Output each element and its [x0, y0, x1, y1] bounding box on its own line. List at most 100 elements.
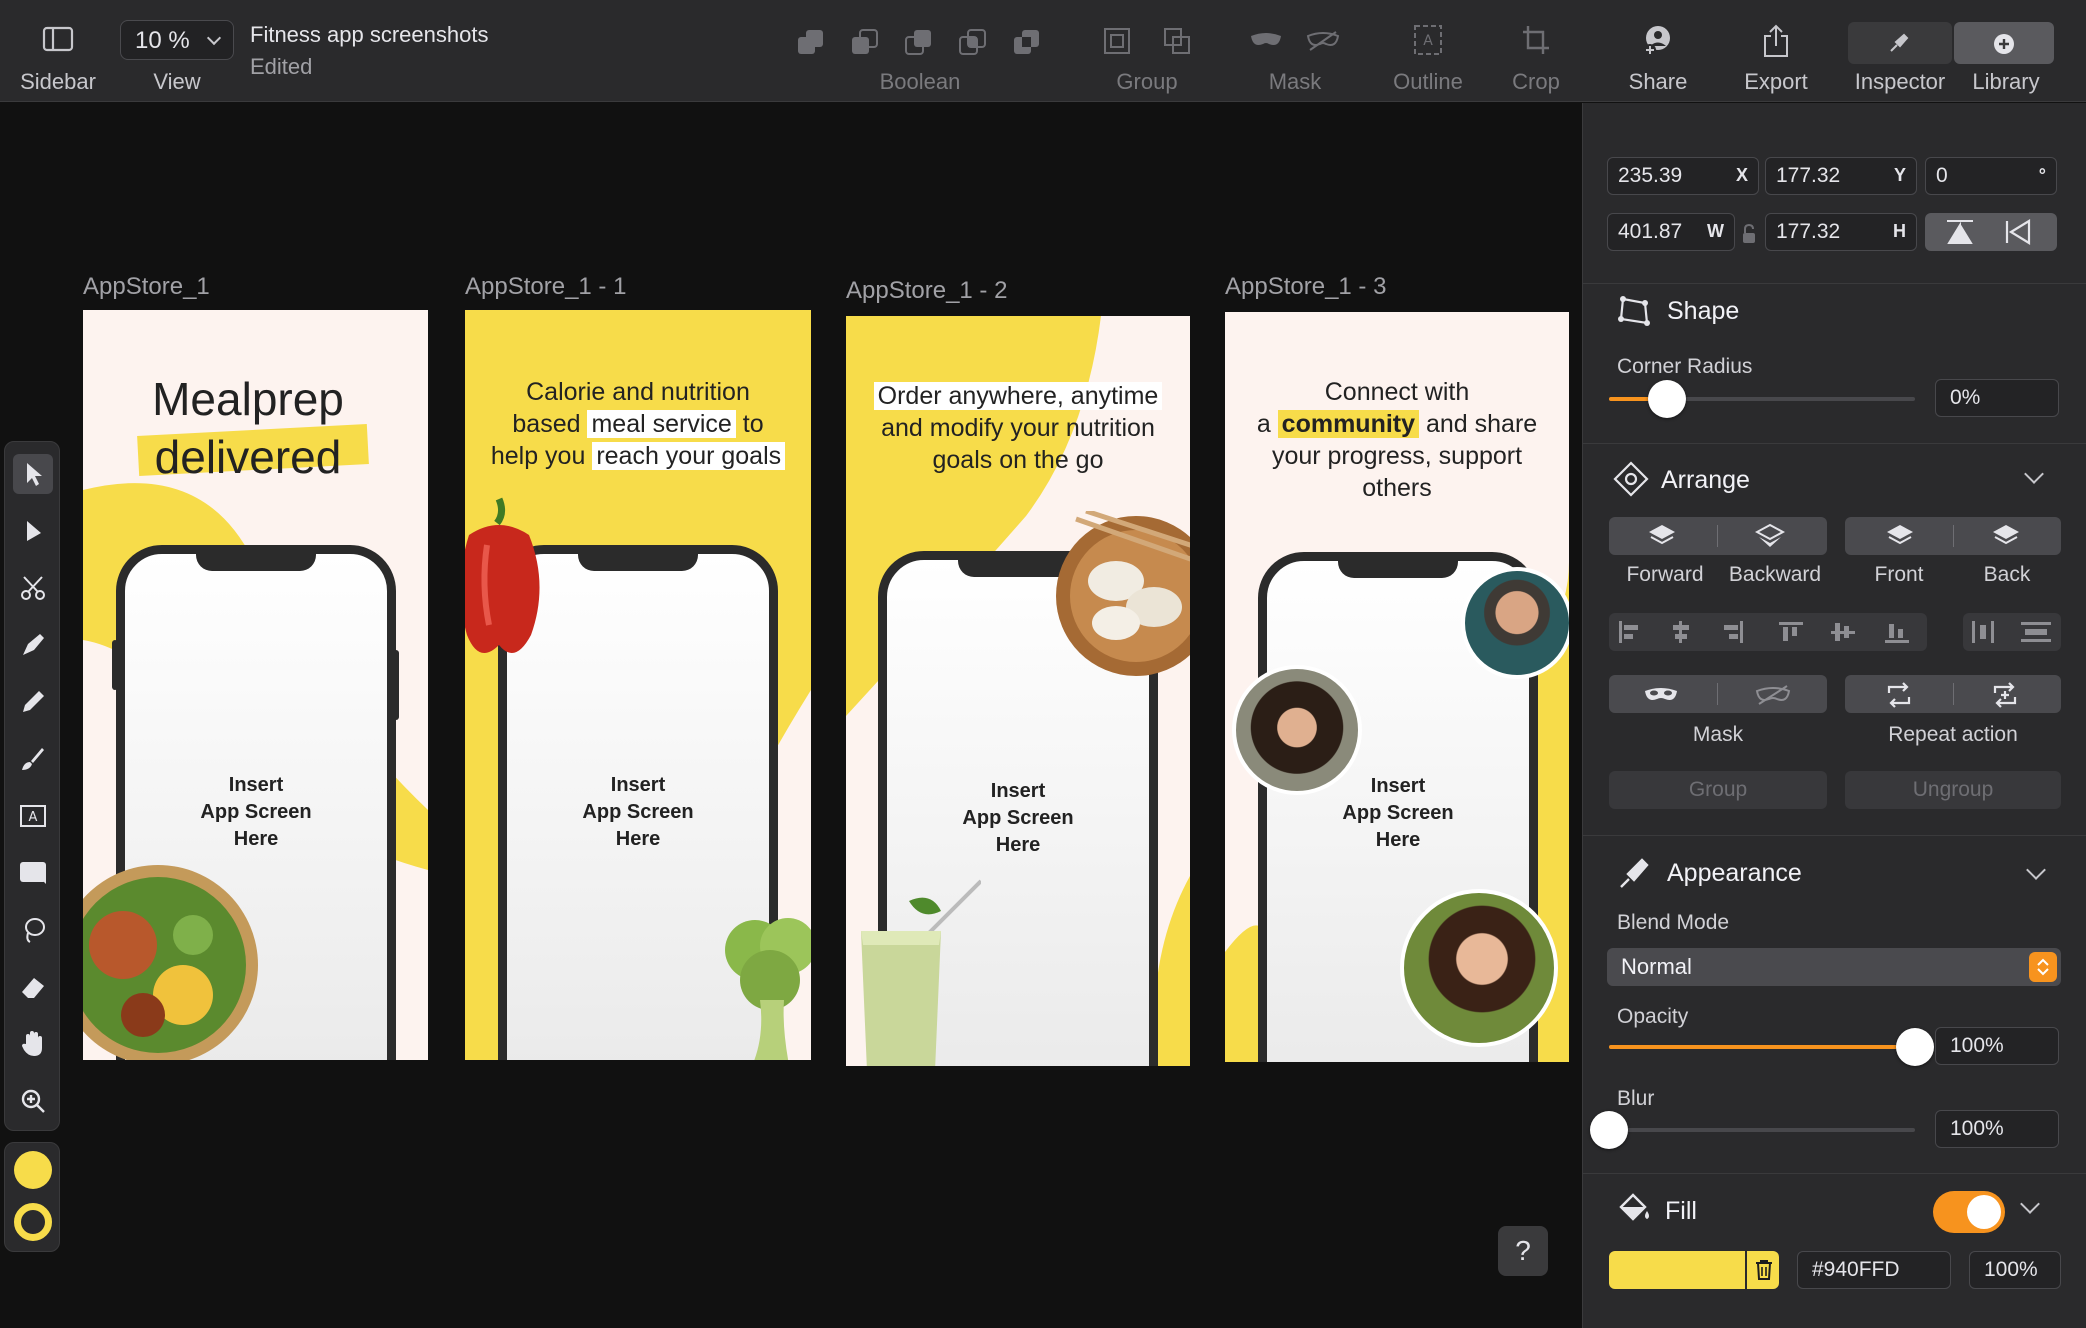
bring-to-front-icon[interactable]: [1885, 523, 1915, 549]
flip-vertical-icon[interactable]: [1945, 219, 1975, 245]
brush-tool[interactable]: [13, 739, 53, 779]
flip-horizontal-icon[interactable]: [2005, 219, 2035, 245]
boolean-subtract-icon[interactable]: [850, 28, 880, 58]
appearance-section-title: Appearance: [1667, 859, 1802, 887]
align-center-h-icon[interactable]: [1669, 621, 1693, 643]
bring-forward-icon[interactable]: [1647, 523, 1677, 549]
blend-mode-select[interactable]: Normal: [1607, 948, 2061, 986]
align-left-icon[interactable]: [1617, 621, 1641, 643]
repeat-icon[interactable]: [1885, 681, 1913, 709]
export-icon[interactable]: [1761, 24, 1791, 58]
smoothie-glass-image: [861, 879, 981, 1066]
fill-opacity-field[interactable]: 100%: [1969, 1251, 2061, 1289]
y-field[interactable]: 177.32 Y: [1765, 157, 1917, 195]
opacity-value-field[interactable]: 100%: [1935, 1027, 2059, 1065]
align-bottom-icon[interactable]: [1885, 621, 1909, 643]
send-to-back-icon[interactable]: [1991, 523, 2021, 549]
headline-line-2: delivered: [154, 431, 342, 483]
outline-icon[interactable]: A: [1413, 24, 1443, 56]
fill-hex-field[interactable]: #940FFD: [1797, 1251, 1951, 1289]
blur-slider-knob[interactable]: [1590, 1111, 1628, 1149]
fill-color-swatch[interactable]: [1609, 1251, 1745, 1289]
mask-icon[interactable]: [1249, 30, 1283, 52]
corner-radius-value-field[interactable]: 0%: [1935, 379, 2059, 417]
boolean-exclude-icon[interactable]: [1012, 28, 1042, 58]
insert-placeholder: Insert App Screen Here: [200, 774, 312, 850]
unmask-icon[interactable]: [1755, 685, 1791, 705]
help-button[interactable]: ?: [1498, 1226, 1548, 1276]
artboard-appstore-1-2[interactable]: Order anywhere, anytime and modify your …: [846, 316, 1190, 1066]
boolean-union-icon[interactable]: [796, 28, 826, 58]
library-tab[interactable]: [1954, 22, 2054, 64]
hand-tool[interactable]: [13, 1024, 53, 1064]
fill-color-well[interactable]: [14, 1151, 52, 1189]
distribute-horizontal-icon[interactable]: [1971, 621, 1995, 643]
sidebar-button-label[interactable]: Sidebar: [20, 69, 96, 95]
library-label[interactable]: Library: [1972, 69, 2039, 95]
sidebar-icon[interactable]: [42, 26, 74, 52]
chevron-down-icon[interactable]: [2026, 860, 2046, 880]
artboard-label[interactable]: AppStore_1 - 3: [1225, 273, 1386, 301]
boolean-intersect-icon[interactable]: [904, 28, 934, 58]
shape-icon: [1618, 296, 1650, 326]
height-field[interactable]: 177.32 H: [1765, 213, 1917, 251]
chevron-down-icon[interactable]: [2020, 1194, 2040, 1214]
opacity-slider-knob[interactable]: [1896, 1028, 1934, 1066]
eraser-tool[interactable]: [13, 967, 53, 1007]
artboard-appstore-1-1[interactable]: Calorie and nutrition based meal service…: [465, 310, 811, 1060]
artboard-label[interactable]: AppStore_1 - 2: [846, 277, 1007, 305]
button-separator: [1717, 525, 1718, 547]
zoom-tool[interactable]: [13, 1081, 53, 1121]
export-label[interactable]: Export: [1744, 69, 1808, 95]
ungroup-icon[interactable]: [1162, 26, 1192, 56]
artboard-label[interactable]: AppStore_1: [83, 273, 210, 301]
group-icon[interactable]: [1102, 26, 1132, 56]
group-button[interactable]: Group: [1609, 771, 1827, 809]
fill-toggle[interactable]: [1933, 1191, 2005, 1233]
scissors-tool[interactable]: [13, 568, 53, 608]
artboard-appstore-1[interactable]: Mealprep delivered Insert App Screen Her…: [83, 310, 428, 1060]
align-center-v-icon[interactable]: [1831, 621, 1855, 643]
distribute-vertical-icon[interactable]: [2021, 621, 2051, 643]
repeat-add-icon[interactable]: [1991, 681, 2019, 709]
artboard-label[interactable]: AppStore_1 - 1: [465, 273, 626, 301]
stroke-color-well[interactable]: [14, 1203, 52, 1241]
rotation-value: 0: [1936, 164, 1948, 187]
canvas[interactable]: AppStore_1 Mealprep delivered Insert App…: [0, 103, 1582, 1328]
inspector-tab[interactable]: [1848, 22, 1952, 64]
x-field[interactable]: 235.39 X: [1607, 157, 1759, 195]
share-label[interactable]: Share: [1629, 69, 1688, 95]
pen-tool[interactable]: [13, 625, 53, 665]
shape-tool[interactable]: [13, 853, 53, 893]
pen-nib-icon: [23, 634, 44, 655]
rotation-field[interactable]: 0 °: [1925, 157, 2057, 195]
unmask-icon[interactable]: [1306, 30, 1340, 52]
text-box-icon: A: [20, 805, 46, 827]
select-tool[interactable]: [13, 454, 53, 494]
chevron-down-icon[interactable]: [2024, 464, 2044, 484]
corner-radius-slider-knob[interactable]: [1648, 380, 1686, 418]
svg-text:A: A: [29, 810, 38, 825]
direct-select-tool[interactable]: [13, 512, 53, 552]
artboard-appstore-1-3[interactable]: Connect with a community and share your …: [1225, 312, 1569, 1062]
view-button-label[interactable]: View: [153, 69, 200, 95]
ungroup-button[interactable]: Ungroup: [1845, 771, 2061, 809]
align-right-icon[interactable]: [1721, 621, 1745, 643]
crop-icon[interactable]: [1521, 24, 1551, 56]
inspector-label[interactable]: Inspector: [1855, 69, 1946, 95]
blur-value-field[interactable]: 100%: [1935, 1110, 2059, 1148]
width-field[interactable]: 401.87 W: [1607, 213, 1735, 251]
opacity-label: Opacity: [1617, 1005, 1689, 1028]
share-icon[interactable]: [1641, 24, 1675, 58]
mask-icon[interactable]: [1643, 685, 1679, 705]
fill-picker-tool[interactable]: [13, 910, 53, 950]
send-backward-icon[interactable]: [1755, 523, 1785, 549]
align-top-icon[interactable]: [1779, 621, 1803, 643]
zoom-select[interactable]: 10 %: [120, 20, 234, 60]
fill-delete-button[interactable]: [1745, 1251, 1779, 1289]
lock-icon[interactable]: [1740, 223, 1758, 245]
pencil-tool[interactable]: [13, 682, 53, 722]
boolean-difference-icon[interactable]: [958, 28, 988, 58]
text-tool[interactable]: A: [13, 796, 53, 836]
blur-track[interactable]: [1609, 1128, 1915, 1132]
